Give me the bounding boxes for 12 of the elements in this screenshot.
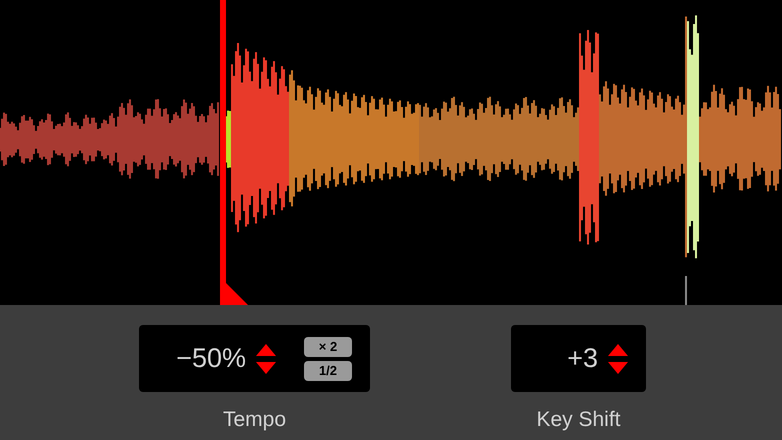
cue-marker	[685, 276, 687, 305]
multiplier-button[interactable]: × 2	[304, 336, 352, 356]
increase-arrow-icon[interactable]	[608, 344, 628, 356]
key-shift-label: Key Shift	[536, 407, 621, 433]
decrease-arrow-icon[interactable]	[608, 362, 628, 374]
decrease-arrow-icon[interactable]	[256, 362, 276, 374]
playhead-marker[interactable]	[220, 0, 248, 305]
tempo-label: Tempo	[222, 407, 286, 433]
increase-arrow-icon[interactable]	[256, 344, 276, 356]
tempo-value: −50%	[176, 342, 246, 376]
key-shift-value: +3	[567, 342, 598, 376]
multiplier-button[interactable]: 1/2	[304, 360, 352, 380]
